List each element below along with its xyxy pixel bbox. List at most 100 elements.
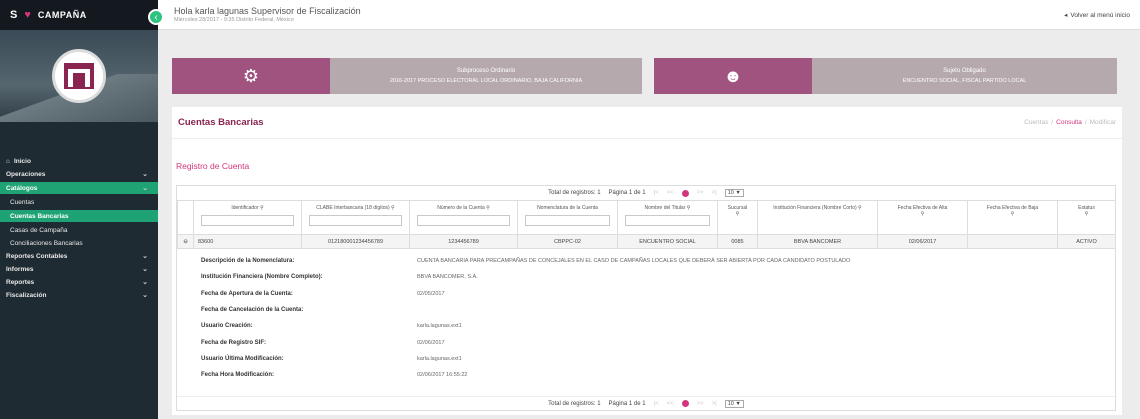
sidebar-item-casas-campana[interactable]: Casas de Campaña — [0, 225, 158, 235]
building-icon — [64, 63, 94, 89]
accounts-table: Identificador ⚲ CLABE Interbancaria (18 … — [177, 200, 1116, 249]
sidebar-item-fiscalizacion[interactable]: Fiscalización ⌄ — [0, 290, 158, 300]
process-card-title: Subproceso Ordinario — [456, 68, 516, 74]
chevron-down-icon: ⌄ — [142, 185, 148, 192]
sidebar-item-conciliaciones[interactable]: Conciliaciones Bancarias — [0, 238, 158, 248]
process-card[interactable]: ⚙ Subproceso Ordinario 2016-2017 PROCESO… — [172, 58, 642, 94]
process-card-subtitle: 2016-2017 PROCESO ELECTORAL LOCAL ORDINA… — [389, 78, 583, 84]
sidebar-item-informes[interactable]: Informes ⌄ — [0, 264, 158, 274]
total-records: Total de registros: 1 — [548, 190, 601, 196]
sidebar-item-reportes-contables[interactable]: Reportes Contables ⌄ — [0, 251, 158, 261]
detail-row: Fecha de Apertura de la Cuenta: 02/05/201… — [201, 290, 445, 297]
user-greeting: Hola karla lagunas Supervisor de Fiscali… — [174, 6, 361, 16]
collapse-row-icon[interactable]: ⊖ — [177, 234, 194, 249]
chevron-down-icon: ⌄ — [142, 266, 148, 273]
brand-bar: S ♥ CAMPAÑA — [0, 0, 158, 30]
pager-top: Total de registros: 1 Página 1 de 1 |< <… — [177, 186, 1115, 200]
detail-row: Fecha Hora Modificación: 02/06/2017 16:55… — [201, 372, 468, 379]
col-numero[interactable]: Número de la Cuenta ⚲ — [409, 200, 518, 235]
breadcrumb-cuentas[interactable]: Cuentas — [1024, 119, 1048, 126]
date-location: Miércoles 28/2017 - 9:35 Distrito Federa… — [174, 17, 294, 23]
breadcrumb-consulta[interactable]: Consulta — [1056, 119, 1082, 126]
sidebar-item-operaciones[interactable]: Operaciones ⌄ — [0, 169, 158, 179]
filter-icon: ⚲ — [735, 211, 740, 217]
filter-titular-input[interactable] — [624, 215, 711, 226]
filter-icon: ⚲ — [391, 205, 395, 211]
total-records: Total de registros: 1 — [548, 400, 601, 407]
collapse-sidebar-button[interactable]: ‹ — [148, 9, 164, 25]
sidebar-menu: ⌂ Inicio Operaciones ⌄ Catálogos ⌄ Cuentas … — [0, 156, 158, 300]
filter-clabe-input[interactable] — [309, 215, 402, 226]
top-bar: Hola karla lagunas Supervisor de Fiscali… — [158, 0, 1140, 30]
cell-titular: ENCUENTRO SOCIAL — [617, 234, 718, 249]
current-page-button[interactable] — [681, 189, 689, 197]
detail-row: Fecha de Cancelación de la Cuenta: — [201, 307, 304, 314]
cell-clabe: 012180001234456789 — [301, 234, 410, 249]
prev-page-button[interactable]: << — [667, 190, 674, 196]
cell-nomenclatura: CBPPC-02 — [517, 234, 618, 249]
brand-title: CAMPAÑA — [37, 10, 87, 20]
subject-card[interactable]: ☻ Sujeto Obligado ENCUENTRO SOCIAL, FISC… — [654, 58, 1117, 94]
detail-row: Institución Financiera (Nombre Completo)… — [201, 274, 478, 281]
chevron-down-icon: ⌄ — [142, 292, 148, 299]
sidebar-item-inicio[interactable]: ⌂ Inicio — [0, 156, 158, 166]
page-size-select[interactable]: 10 ▼ — [724, 399, 744, 408]
current-page-button[interactable] — [681, 400, 689, 407]
cell-identificador: 83600 — [193, 234, 302, 249]
detail-row: Usuario Última Modificación: karla.laguna… — [201, 355, 462, 362]
page-size-select[interactable]: 10 ▼ — [724, 189, 744, 197]
col-estatus[interactable]: Estatus ⚲ — [1057, 200, 1116, 235]
breadcrumb: Cuentas / Consulta / Modificar — [1024, 119, 1116, 126]
context-cards: ⚙ Subproceso Ordinario 2016-2017 PROCESO… — [172, 58, 1117, 94]
filter-numero-input[interactable] — [417, 215, 510, 226]
detail-row: Descripción de la Nomenclatura: CUENTA BA… — [201, 258, 851, 265]
row-detail: Descripción de la Nomenclatura: CUENTA BA… — [177, 249, 1115, 383]
sidebar: S ♥ CAMPAÑA ⌂ Inicio Operaciones ⌄ Catálogo… — [0, 0, 158, 419]
col-institucion[interactable]: Institución Financiera (Nombre Corto) ⚲ — [757, 200, 878, 235]
section-title: Registro de Cuenta — [176, 161, 250, 171]
detail-row: Fecha de Registro SIF: 02/06/2017 — [201, 339, 445, 346]
page-indicator: Página 1 de 1 — [608, 400, 646, 407]
last-page-button[interactable]: >| — [712, 190, 717, 196]
cell-fecha-alta: 02/06/2017 — [877, 234, 968, 249]
col-fecha-alta[interactable]: Fecha Efectiva de Alta ⚲ — [877, 200, 968, 235]
col-sucursal[interactable]: Sucursal ⚲ — [717, 200, 758, 235]
detail-row: Usuario Creación: karla.lagunas.ext1 — [201, 323, 462, 330]
breadcrumb-modificar[interactable]: Modificar — [1090, 119, 1116, 126]
gear-icon: ⚙ — [172, 58, 330, 94]
subject-card-title: Sujeto Obligado — [943, 68, 986, 74]
filter-nomenclatura-input[interactable] — [524, 215, 611, 226]
cell-institucion: BBVA BANCOMER — [757, 234, 878, 249]
next-page-button[interactable]: >> — [697, 190, 704, 196]
avatar[interactable] — [52, 49, 106, 103]
filter-icon: ⚲ — [858, 205, 862, 211]
heart-icon: ♥ — [24, 9, 32, 21]
sidebar-item-cuentas-bancarias[interactable]: Cuentas Bancarias — [0, 210, 158, 222]
sidebar-item-catalogos[interactable]: Catálogos ⌄ — [0, 182, 158, 194]
prev-page-button[interactable]: << — [667, 401, 674, 407]
chevron-down-icon: ⌄ — [142, 171, 148, 178]
next-page-button[interactable]: >> — [697, 401, 704, 407]
col-fecha-baja[interactable]: Fecha Efectiva de Baja ⚲ — [967, 200, 1058, 235]
table-row[interactable]: ⊖ 83600 012180001234456789 1234456789 CB… — [177, 234, 1116, 249]
cell-estatus: ACTIVO — [1057, 234, 1116, 249]
chevron-down-icon: ⌄ — [142, 253, 148, 260]
cell-sucursal: 0085 — [717, 234, 758, 249]
last-page-button[interactable]: >| — [712, 401, 717, 407]
page-indicator: Página 1 de 1 — [608, 190, 646, 196]
first-page-button[interactable]: |< — [654, 190, 659, 196]
col-clabe[interactable]: CLABE Interbancaria (18 dígitos) ⚲ — [301, 200, 410, 235]
filter-icon: ⚲ — [259, 205, 264, 211]
sidebar-item-reportes[interactable]: Reportes ⌄ — [0, 277, 158, 287]
filter-identificador-input[interactable] — [201, 215, 294, 226]
cell-fecha-baja — [967, 234, 1058, 249]
col-identificador[interactable]: Identificador ⚲ — [193, 200, 302, 235]
first-page-button[interactable]: |< — [654, 401, 659, 407]
sidebar-item-cuentas[interactable]: Cuentas — [0, 197, 158, 207]
col-titular[interactable]: Nombre del Titular ⚲ — [617, 200, 718, 235]
back-to-menu-link[interactable]: ◂ Volver al menú inicio — [1064, 11, 1130, 20]
chevron-left-icon: ‹ — [154, 11, 158, 23]
filter-icon: ⚲ — [1084, 211, 1089, 217]
col-nomenclatura[interactable]: Nomenclatura de la Cuenta — [517, 200, 618, 235]
pager-bottom: Total de registros: 1 Página 1 de 1 |< <… — [177, 396, 1115, 410]
